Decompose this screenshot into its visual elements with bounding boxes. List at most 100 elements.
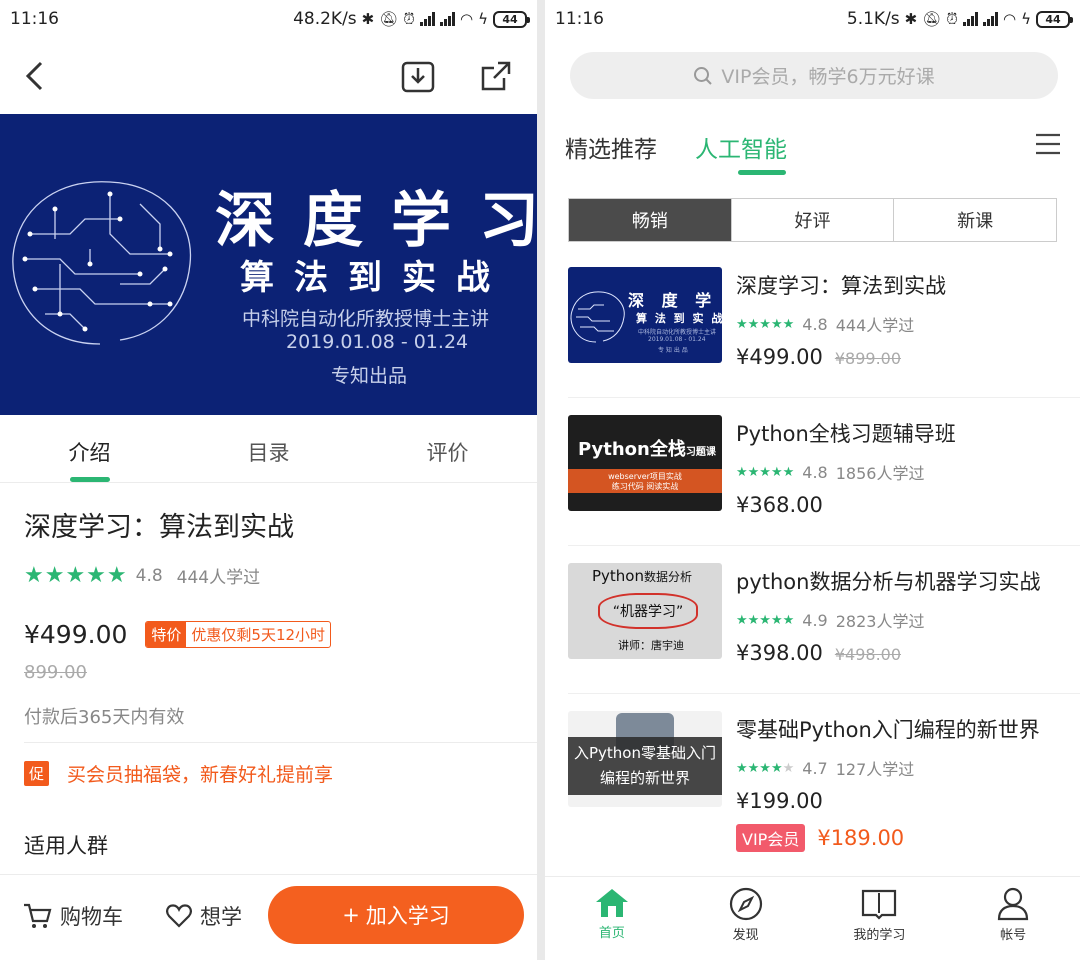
list-item[interactable]: Python全栈习题课 webserver项目实战 练习代码 阅读实战 Pyth… (568, 398, 1080, 546)
segment-top-rated[interactable]: 好评 (730, 199, 894, 241)
promo-text: 买会员抽福袋，新春好礼提前享 (67, 764, 334, 786)
course-detail-screen: 11:16 48.2K/s ✱ 🔕︎ ⏰︎ ◠ ϟ 44 深度学习 算法到实战 … (0, 0, 537, 960)
wifi-icon: ◠ (1003, 10, 1017, 28)
learner-count: 444人学过 (835, 316, 915, 335)
vip-badge: VIP会员 (736, 824, 806, 852)
star-rating-icon: ★★★★★ (736, 316, 795, 332)
hamburger-icon (1036, 133, 1060, 155)
thumb-tag: 练习代码 阅读实战 (611, 482, 679, 491)
course-title: python数据分析与机器学习实战 (736, 570, 1041, 594)
top-navbar (0, 38, 537, 114)
signal-icon (440, 12, 455, 26)
nav-my-learning[interactable]: 我的学习 (813, 877, 947, 960)
category-tabs: 精选推荐 人工智能 (565, 126, 1080, 180)
course-thumbnail: Python数据分析 “机器学习” 讲师：唐宇迪 (568, 563, 722, 659)
join-study-button[interactable]: + 加入学习 (268, 886, 524, 944)
download-icon (401, 61, 435, 93)
course-title: 零基础Python入门编程的新世界 (736, 718, 1040, 742)
promo-badge: 特价 优惠仅剩5天12小时 (145, 621, 332, 648)
banner-line: 中科院自动化所教授博士主讲 (242, 308, 490, 330)
wifi-icon: ◠ (460, 10, 474, 28)
status-time: 11:16 (10, 9, 59, 29)
heart-icon (166, 904, 192, 928)
nav-home[interactable]: 首页 (545, 877, 679, 960)
star-empty-icon: ★ (782, 760, 795, 776)
tab-ai[interactable]: 人工智能 (695, 130, 787, 164)
star-rating-icon: ★★★★ (736, 760, 783, 776)
list-item[interactable]: 入Python零基础入门 编程的新世界 零基础Python入门编程的新世界 ★★… (568, 694, 1080, 874)
thumb-text: 中科院自动化所教授博士主讲 (638, 329, 717, 336)
net-speed: 5.1K/s (846, 9, 900, 29)
nav-discover[interactable]: 发现 (679, 877, 813, 960)
course-price: ¥499.00 (24, 620, 128, 649)
compass-icon (729, 887, 762, 921)
rating-score: 4.8 (135, 565, 163, 586)
sort-segmented-control: 畅销 好评 新课 (568, 198, 1057, 242)
nav-account-label: 帐号 (1000, 928, 1027, 943)
brain-circuit-icon (12, 181, 192, 345)
share-button[interactable] (476, 56, 516, 96)
thumb-title: Python (592, 567, 644, 585)
user-icon (998, 887, 1029, 921)
download-button[interactable] (398, 56, 438, 96)
promotion-row[interactable]: 促 买会员抽福袋，新春好礼提前享 (24, 760, 333, 787)
alarm-icon: ⏰︎ (946, 10, 958, 28)
course-list-screen: 11:16 5.1K/s ✱ 🔕︎ ⏰︎ ◠ ϟ 44 VIP会员，畅学6万元好… (545, 0, 1080, 960)
tab-intro[interactable]: 介绍 (0, 415, 179, 482)
original-price: ¥498.00 (834, 645, 902, 664)
share-icon (481, 61, 511, 91)
search-placeholder: VIP会员，畅学6万元好课 (721, 66, 935, 88)
rating-score: 4.9 (802, 610, 828, 630)
tab-featured[interactable]: 精选推荐 (565, 130, 657, 164)
battery-icon: 44 (1036, 10, 1073, 28)
tab-catalog[interactable]: 目录 (179, 415, 358, 482)
bottom-action-bar: 购物车 想学 + 加入学习 (0, 874, 537, 960)
cart-button[interactable]: 购物车 (22, 901, 123, 931)
banner-title: 深度学习 (215, 186, 537, 256)
course-price: ¥499.00 (736, 345, 823, 369)
price-row: ¥499.00 特价 优惠仅剩5天12小时 (24, 620, 332, 649)
segment-bestselling[interactable]: 畅销 (569, 199, 731, 241)
thumb-title-cn: 数据分析 (644, 570, 693, 584)
tab-reviews[interactable]: 评价 (358, 415, 537, 482)
course-title: Python全栈习题辅导班 (736, 422, 956, 446)
learner-count: 444人学过 (176, 568, 261, 588)
battery-icon: 44 (493, 10, 530, 28)
thumb-line: 入Python零基础入门 (574, 744, 716, 762)
menu-button[interactable] (1034, 132, 1062, 160)
bluetooth-icon: ✱ (361, 10, 375, 28)
banner-line: 专知出品 (331, 365, 408, 387)
thumb-subtitle: 算 法 到 实 战 (636, 312, 722, 325)
mute-icon: 🔕︎ (379, 10, 399, 28)
original-price: ¥899.00 (834, 349, 902, 368)
list-item[interactable]: 深 度 学 习 算 法 到 实 战 中科院自动化所教授博士主讲 2019.01.… (568, 250, 1080, 398)
rating-score: 4.8 (802, 462, 828, 482)
audience-heading: 适用人群 (24, 834, 108, 858)
promo-countdown: 优惠仅剩5天12小时 (191, 626, 326, 644)
alarm-icon: ⏰︎ (403, 10, 415, 28)
back-button[interactable] (14, 56, 54, 96)
brain-circuit-icon (570, 291, 625, 343)
course-title: 深度学习：算法到实战 (736, 274, 946, 298)
bottom-navigation: 首页 发现 我的学习 帐号 (545, 876, 1080, 960)
course-price: ¥199.00 (736, 789, 823, 813)
nav-account[interactable]: 帐号 (946, 877, 1080, 960)
learner-count: 127人学过 (835, 760, 915, 779)
thumb-title: 深 度 学 习 (628, 291, 722, 310)
search-input[interactable]: VIP会员，畅学6万元好课 (570, 52, 1058, 99)
learner-count: 2823人学过 (835, 612, 925, 631)
signal-icon (983, 12, 998, 26)
thumb-text: 专 知 出 品 (658, 347, 688, 354)
thumb-teacher: 讲师：唐宇迪 (618, 639, 684, 652)
rating-row: ★★★★★ 4.8 444人学过 (24, 563, 260, 588)
segment-new[interactable]: 新课 (893, 199, 1056, 241)
wishlist-button[interactable]: 想学 (166, 901, 242, 931)
home-icon (595, 889, 628, 917)
bluetooth-icon: ✱ (904, 10, 918, 28)
signal-icon (963, 12, 978, 26)
charging-icon: ϟ (1021, 10, 1031, 28)
thumb-title-small: 习题课 (685, 447, 716, 458)
thumb-title: Python全栈 (578, 439, 686, 460)
list-item[interactable]: Python数据分析 “机器学习” 讲师：唐宇迪 python数据分析与机器学习… (568, 546, 1080, 694)
thumb-subtitle: “机器学习” (598, 593, 698, 629)
